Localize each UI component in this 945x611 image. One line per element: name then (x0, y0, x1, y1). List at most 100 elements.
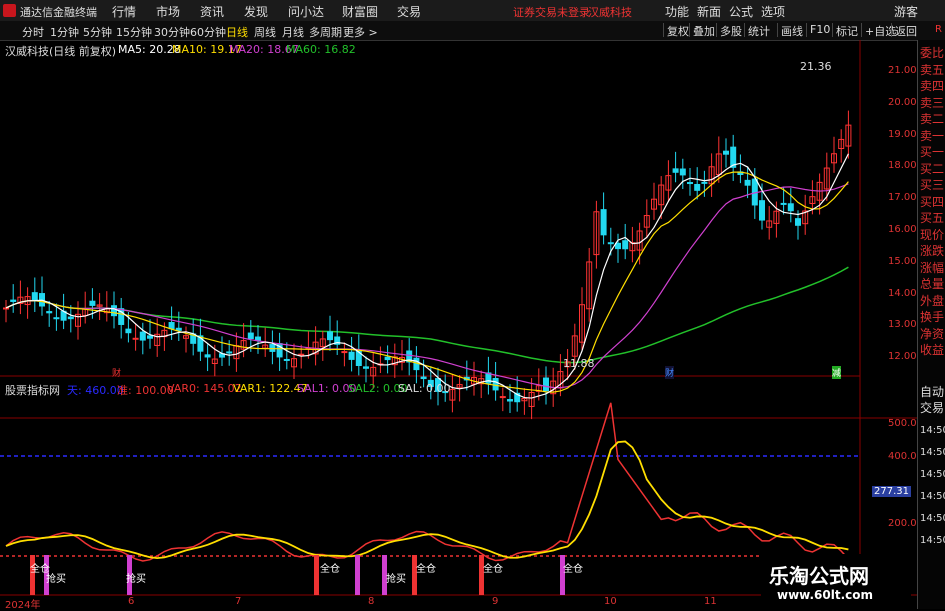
side-panel-item[interactable]: 卖四 (920, 79, 944, 94)
period-15min[interactable]: 15分钟 (116, 24, 152, 40)
candle-body (46, 311, 53, 314)
menu-xuanxiang[interactable]: 选项 (761, 3, 785, 20)
period-fenshi[interactable]: 分时 (22, 24, 44, 40)
candle-body (780, 202, 787, 205)
huaxian-button[interactable]: 画线 (777, 23, 806, 38)
finance-mark[interactable]: 财 (665, 366, 675, 379)
period-weekly[interactable]: 周线 (254, 24, 276, 40)
side-panel-item[interactable]: 14:50 (920, 533, 945, 548)
side-panel-item[interactable]: 自动 (920, 385, 944, 400)
candle-body (327, 331, 333, 341)
period-1min[interactable]: 1分钟 (50, 24, 79, 40)
candle-body (348, 351, 355, 360)
price-tick: 16.00 (888, 224, 917, 235)
fuquan-button[interactable]: 复权 (663, 23, 692, 38)
side-panel-item[interactable]: 买二 (920, 162, 944, 177)
watermark-title: 乐淘公式网 (769, 564, 869, 588)
stock-name-label: 汉威科技(日线 前复权) (5, 45, 117, 58)
side-panel-item[interactable]: 总量 (920, 277, 944, 292)
login-warning[interactable]: 证券交易未登录 (513, 4, 590, 20)
side-panel-item[interactable]: 14:50 (920, 511, 945, 526)
period-60min[interactable]: 60分钟 (190, 24, 226, 40)
candle-body (672, 168, 679, 173)
side-panel-item[interactable]: 买三 (920, 178, 944, 193)
f10-button[interactable]: F10 (806, 23, 833, 37)
tongji-button[interactable]: 统计 (744, 23, 773, 38)
side-panel-item[interactable]: 卖三 (920, 96, 944, 111)
candle-body (543, 377, 549, 392)
side-panel-item[interactable]: 净资 (920, 327, 944, 342)
period-30min[interactable]: 30分钟 (154, 24, 190, 40)
quote-side-panel: 委比卖五 卖四卖三 卖二卖一 买一买二 买三买四 买五现价 涨跌涨幅 总量外盘 换手净资 收益自动… (917, 40, 945, 609)
reduction-mark[interactable]: 减 (832, 366, 842, 379)
menu-gongshi[interactable]: 公式 (729, 3, 753, 20)
period-multi[interactable]: 多周期 (309, 24, 342, 40)
watermark-url: www.60lt.com (777, 588, 874, 602)
side-panel-item[interactable]: 卖二 (920, 112, 944, 127)
candle-body (255, 336, 261, 341)
candle-body (283, 358, 290, 361)
candle-body (10, 299, 17, 302)
menu-caifuquan[interactable]: 财富圈 (342, 3, 378, 20)
candle-body (269, 344, 276, 352)
side-panel-item[interactable]: 卖一 (920, 129, 944, 144)
side-panel-item[interactable]: 买五 (920, 211, 944, 226)
r-icon[interactable]: R (935, 24, 942, 35)
menu-zixun[interactable]: 资讯 (200, 3, 224, 20)
signal-label: 全仓 (483, 564, 503, 575)
candle-body (89, 300, 96, 306)
ma60-line (5, 266, 849, 364)
kline-chart[interactable] (0, 40, 917, 609)
date-tick: 9 (492, 596, 499, 607)
price-tick: 20.00 (888, 96, 917, 108)
date-tick: 10 (604, 596, 617, 607)
menu-wenxiaoda[interactable]: 问小达 (288, 3, 324, 20)
duogu-button[interactable]: 多股 (716, 23, 745, 38)
side-panel-item[interactable]: 换手 (920, 310, 944, 325)
price-tick: 17.00 (888, 192, 917, 204)
app-logo-icon (3, 4, 16, 17)
side-panel-item[interactable]: 14:50 (920, 423, 945, 438)
menu-hangqing[interactable]: 行情 (112, 3, 136, 20)
date-tick: 7 (235, 596, 242, 607)
app-title: 通达信金融终端 (20, 6, 97, 19)
period-5min[interactable]: 5分钟 (83, 24, 112, 40)
signal-label: 全仓 (563, 564, 583, 575)
side-panel-item[interactable]: 买一 (920, 145, 944, 160)
period-more[interactable]: 更多 > (343, 24, 378, 40)
indicator-name: 股票指标网 (5, 384, 60, 397)
side-panel-item[interactable]: 涨幅 (920, 261, 944, 276)
side-panel-item[interactable]: 14:50 (920, 489, 945, 504)
side-panel-item[interactable]: 外盘 (920, 294, 944, 309)
side-panel-item[interactable]: 交易 (920, 401, 944, 416)
indicator-tick: 400.0 (888, 451, 917, 462)
side-panel-item[interactable]: 14:50 (920, 467, 945, 482)
menu-xinmian[interactable]: 新面 (697, 3, 721, 20)
indicator-panel (5, 402, 849, 562)
guest-user[interactable]: 游客 (894, 3, 918, 20)
candle-body (600, 209, 607, 236)
side-panel-item[interactable]: 涨跌 (920, 244, 944, 259)
side-panel-item[interactable]: 现价 (920, 228, 944, 243)
period-monthly[interactable]: 月线 (282, 24, 304, 40)
diejia-button[interactable]: 叠加 (689, 23, 718, 38)
menu-jiaoyi[interactable]: 交易 (397, 3, 421, 20)
side-panel-item[interactable]: 卖五 (920, 63, 944, 78)
biaoji-button[interactable]: 标记 (832, 23, 861, 38)
menu-shichang[interactable]: 市场 (156, 3, 180, 20)
signal-label: 全仓 (320, 564, 340, 575)
menu-gongneng[interactable]: 功能 (665, 3, 689, 20)
period-daily[interactable]: 日线 (226, 24, 248, 40)
menu-faxian[interactable]: 发现 (244, 3, 268, 20)
side-panel-item[interactable]: 委比 (920, 46, 944, 61)
signal-bar (355, 555, 360, 595)
ma-lines (5, 153, 849, 399)
side-panel-item[interactable]: 14:50 (920, 445, 945, 460)
watermark: 乐淘公式网 www.60lt.com (761, 554, 911, 609)
finance-mark[interactable]: 财 (112, 366, 121, 379)
candle-body (787, 203, 794, 212)
ma60-value: MA60: 16.82 (286, 43, 356, 56)
side-panel-item[interactable]: 收益 (920, 343, 944, 358)
side-panel-item[interactable]: 买四 (920, 195, 944, 210)
fanhui-button[interactable]: 返回 (891, 23, 920, 38)
